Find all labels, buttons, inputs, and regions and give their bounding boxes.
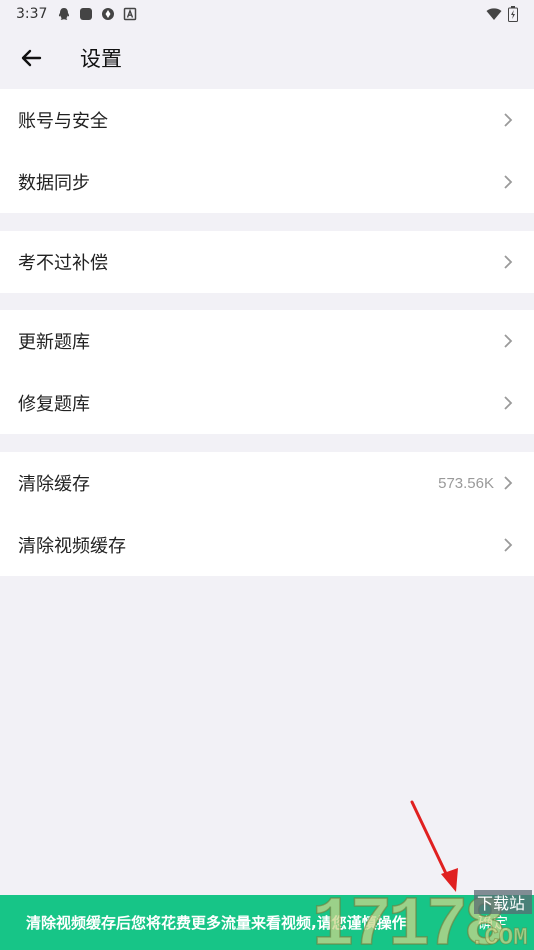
chevron-right-icon (504, 476, 513, 490)
chevron-right-icon (504, 396, 513, 410)
square-app-icon (80, 8, 93, 20)
status-icons-right (486, 6, 518, 22)
a-badge-icon (124, 7, 137, 21)
chevron-right-icon (504, 175, 513, 189)
status-bar: 3:37 (0, 0, 534, 28)
settings-item-label: 清除视频缓存 (18, 536, 126, 557)
settings-item-account-security[interactable]: 账号与安全 (0, 89, 534, 151)
settings-group-account: 账号与安全 数据同步 (0, 89, 534, 213)
battery-icon (508, 6, 518, 22)
cache-size-value: 573.56K (438, 474, 494, 492)
chevron-right-icon (504, 255, 513, 269)
settings-item-label: 修复题库 (18, 394, 90, 415)
settings-item-label: 更新题库 (18, 332, 90, 353)
snackbar-confirm-button[interactable]: 确定 (478, 912, 508, 933)
page-title: 设置 (80, 47, 122, 71)
settings-item-update-bank[interactable]: 更新题库 (0, 310, 534, 372)
snackbar-message: 清除视频缓存后您将花费更多流量来看视频,请您谨慎操作 (26, 914, 407, 932)
snackbar: 清除视频缓存后您将花费更多流量来看视频,请您谨慎操作 确定 (0, 895, 534, 950)
settings-item-label: 清除缓存 (18, 474, 90, 495)
settings-group-compensation: 考不过补偿 (0, 231, 534, 293)
chevron-right-icon (504, 538, 513, 552)
qq-icon (59, 8, 70, 20)
aperture-icon (102, 8, 115, 20)
status-time: 3:37 (16, 6, 48, 22)
arrow-left-icon (21, 49, 42, 67)
chevron-right-icon (504, 113, 513, 127)
settings-item-exam-compensation[interactable]: 考不过补偿 (0, 231, 534, 293)
chevron-right-icon (504, 334, 513, 348)
settings-group-question-bank: 更新题库 修复题库 (0, 310, 534, 434)
settings-item-repair-bank[interactable]: 修复题库 (0, 372, 534, 434)
wifi-icon (486, 8, 502, 20)
settings-item-label: 考不过补偿 (18, 253, 108, 274)
settings-item-clear-video-cache[interactable]: 清除视频缓存 (0, 514, 534, 576)
settings-item-clear-cache[interactable]: 清除缓存 573.56K (0, 452, 534, 514)
back-button[interactable] (16, 43, 46, 73)
status-icons-left (57, 7, 137, 21)
settings-item-label: 数据同步 (18, 173, 90, 194)
annotation-arrow-icon (410, 800, 458, 892)
settings-item-label: 账号与安全 (18, 111, 108, 132)
settings-group-cache: 清除缓存 573.56K 清除视频缓存 (0, 452, 534, 576)
app-header: 设置 (0, 28, 534, 88)
settings-item-data-sync[interactable]: 数据同步 (0, 151, 534, 213)
